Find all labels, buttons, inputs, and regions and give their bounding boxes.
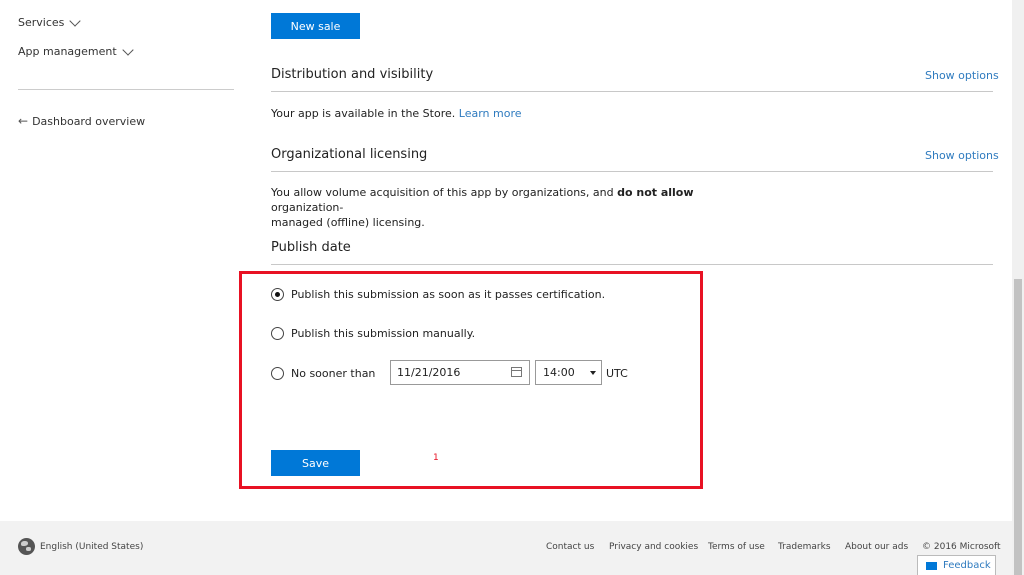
footer-link-trademarks[interactable]: Trademarks: [778, 542, 831, 552]
chevron-down-icon: [122, 43, 134, 56]
distribution-text: Your app is available in the Store. Lear…: [271, 106, 522, 121]
calendar-icon[interactable]: [511, 367, 522, 377]
arrow-left-icon: ←: [18, 114, 29, 128]
timezone-label: UTC: [606, 367, 628, 380]
sidebar-item-label: App management: [18, 45, 117, 58]
section-divider: [271, 264, 993, 265]
date-value: 11/21/2016: [397, 366, 461, 379]
publish-no-sooner-option[interactable]: No sooner than: [271, 367, 375, 380]
distribution-title: Distribution and visibility: [271, 67, 434, 82]
section-divider: [271, 91, 993, 92]
org-licensing-text: You allow volume acquisition of this app…: [271, 185, 731, 230]
sidebar-item-services[interactable]: Services: [18, 14, 82, 29]
sidebar-divider: [18, 89, 234, 90]
licensing-text-bold: do not allow: [617, 186, 694, 199]
feedback-button[interactable]: Feedback: [917, 555, 996, 575]
feedback-icon: [926, 561, 937, 570]
distribution-status: Your app is available in the Store.: [271, 107, 456, 120]
radio-button-checked[interactable]: [271, 288, 284, 301]
annotation-number: 1: [433, 453, 439, 463]
footer-link-terms[interactable]: Terms of use: [708, 542, 765, 552]
licensing-text-part: You allow volume acquisition of this app…: [271, 186, 614, 199]
globe-icon: [18, 538, 35, 555]
copyright: © 2016 Microsoft: [922, 542, 1001, 552]
footer-link-contact[interactable]: Contact us: [546, 542, 594, 552]
radio-button[interactable]: [271, 327, 284, 340]
time-value: 14:00: [543, 366, 575, 379]
dropdown-caret-icon: [590, 371, 596, 375]
publish-manual-option[interactable]: Publish this submission manually.: [271, 327, 475, 340]
org-licensing-title: Organizational licensing: [271, 147, 428, 162]
radio-button[interactable]: [271, 367, 284, 380]
feedback-label: Feedback: [943, 560, 991, 571]
sidebar-item-label: Dashboard overview: [32, 114, 146, 128]
footer-link-privacy[interactable]: Privacy and cookies: [609, 542, 698, 552]
scrollbar-thumb[interactable]: [1014, 279, 1022, 575]
option-label: Publish this submission manually.: [291, 327, 476, 340]
date-input[interactable]: 11/21/2016: [390, 360, 530, 385]
time-select[interactable]: 14:00: [535, 360, 602, 385]
footer-link-ads[interactable]: About our ads: [845, 542, 908, 552]
dashboard-overview-link[interactable]: ← Dashboard overview: [18, 114, 145, 128]
distribution-show-options-link[interactable]: Show options: [925, 69, 999, 82]
licensing-text-part: managed (offline) licensing.: [271, 216, 425, 229]
publish-date-title: Publish date: [271, 240, 351, 255]
org-licensing-show-options-link[interactable]: Show options: [925, 149, 999, 162]
chevron-down-icon: [69, 14, 82, 27]
new-sale-button[interactable]: New sale: [271, 13, 360, 39]
section-divider: [271, 171, 993, 172]
learn-more-link[interactable]: Learn more: [459, 107, 522, 120]
licensing-text-part: organization-: [271, 201, 344, 214]
option-label: No sooner than: [291, 367, 376, 380]
publish-asap-option[interactable]: Publish this submission as soon as it pa…: [271, 288, 605, 301]
sidebar-item-app-management[interactable]: App management: [18, 43, 134, 58]
sidebar-item-label: Services: [18, 16, 65, 29]
option-label: Publish this submission as soon as it pa…: [291, 288, 606, 301]
save-button[interactable]: Save: [271, 450, 360, 476]
language-selector[interactable]: English (United States): [40, 542, 143, 552]
